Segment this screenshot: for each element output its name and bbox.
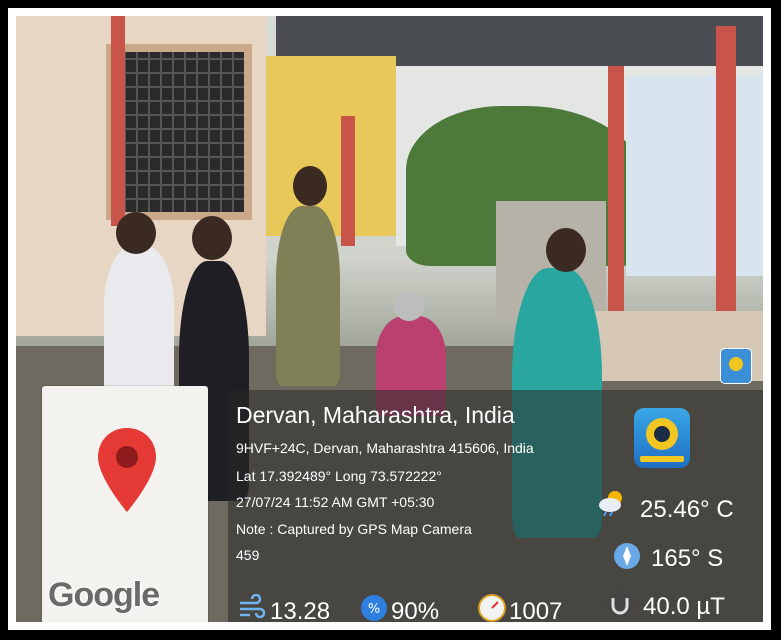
camera-lens <box>646 418 678 450</box>
gps-map-camera-icon <box>634 408 690 468</box>
pressure-gauge-icon <box>478 594 506 622</box>
pillar <box>608 66 624 316</box>
person-head <box>192 216 232 260</box>
magnetic-value: 40.0 µT <box>643 593 725 620</box>
direction-value: 165° S <box>651 545 724 572</box>
house-back <box>266 56 396 236</box>
camera-bar <box>640 456 684 462</box>
location-title: Dervan, Maharashtra, India <box>236 402 515 428</box>
person <box>104 246 174 396</box>
extra-value: 459 <box>236 547 260 563</box>
building-right <box>626 76 763 276</box>
humidity-icon: % <box>361 595 387 621</box>
person-head <box>394 291 424 321</box>
capture-note: Note : Captured by GPS Map Camera <box>236 521 472 537</box>
map-thumbnail: Google <box>42 386 208 622</box>
pillar <box>341 116 355 246</box>
compass-icon <box>614 543 640 569</box>
google-logo: Google <box>48 576 160 614</box>
partly-cloudy-icon <box>599 491 622 516</box>
photo-frame: Google Dervan, Maharashtra, India 9HVF+2… <box>8 8 771 630</box>
address-line: 9HVF+24C, Dervan, Maharashtra 415606, In… <box>236 440 534 456</box>
person-head <box>116 212 156 254</box>
wind-icon <box>240 594 266 619</box>
location-info-panel: Dervan, Maharashtra, India 9HVF+24C, Der… <box>228 390 763 622</box>
map-pin-icon <box>98 428 156 512</box>
magnetic-field-icon <box>607 591 633 617</box>
pressure-value: 1007 <box>509 598 563 622</box>
person-head <box>546 228 586 272</box>
person-head <box>293 166 327 206</box>
pillar <box>111 16 125 226</box>
svg-text:%: % <box>368 602 380 617</box>
window-grill <box>106 44 252 220</box>
temperature-value: 25.46° C <box>640 496 734 523</box>
person <box>276 206 340 386</box>
wind-value: 13.28 <box>270 598 331 622</box>
scene-photo: Google Dervan, Maharashtra, India 9HVF+2… <box>16 16 763 622</box>
gps-map-camera-icon <box>720 348 752 384</box>
humidity-value: 90% <box>391 598 440 622</box>
coordinates: Lat 17.392489° Long 73.572222° <box>236 468 442 484</box>
datetime: 27/07/24 11:52 AM GMT +05:30 <box>236 494 435 510</box>
